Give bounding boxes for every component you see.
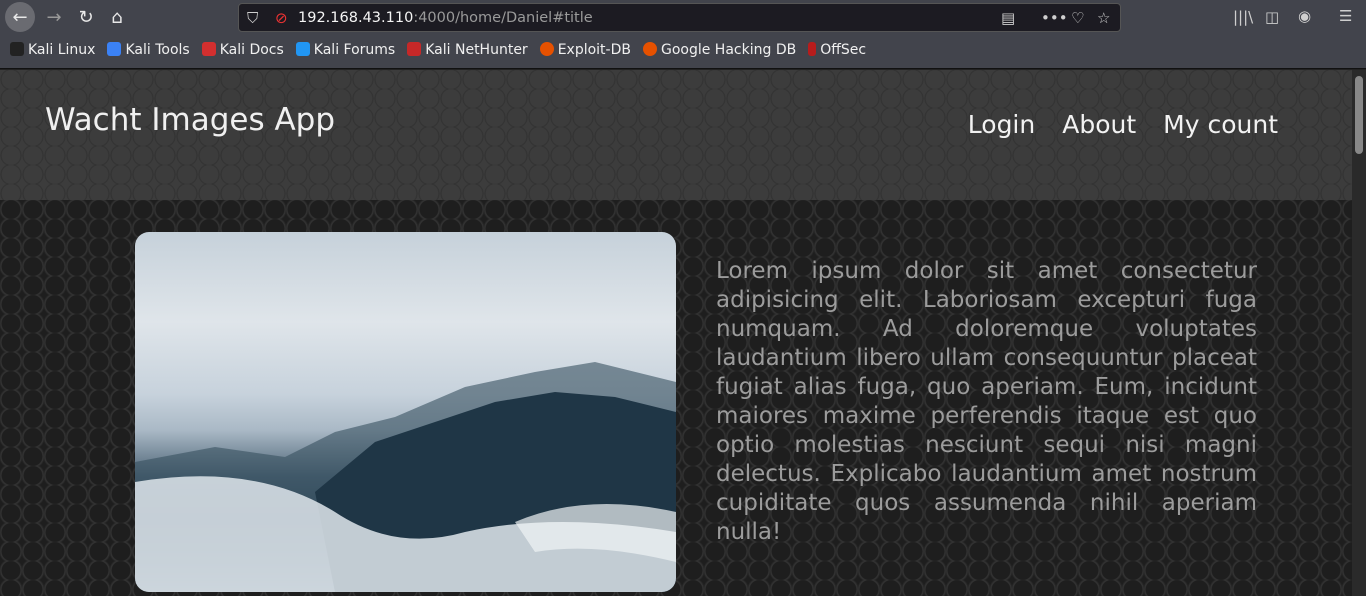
url-path: :4000/home/Daniel#title <box>413 9 593 26</box>
kali-icon <box>10 42 24 56</box>
back-button[interactable]: ← <box>5 2 35 32</box>
ghdb-icon <box>642 42 657 56</box>
url-bar[interactable]: ⛉ ⊘ 192.168.43.110:4000/home/Daniel#titl… <box>238 3 1121 32</box>
browser-toolbar: ← → ↻ ⌂ ⛉ ⊘ 192.168.43.110:4000/home/Dan… <box>0 0 1366 69</box>
bookmark-kali-nethunter[interactable]: Kali NetHunter <box>407 42 528 58</box>
reload-button[interactable]: ↻ <box>72 3 100 31</box>
tools-icon <box>107 42 122 56</box>
bookmarks-bar: Kali Linux Kali Tools Kali Docs Kali For… <box>10 42 866 58</box>
account-icon[interactable]: ◉ <box>1298 7 1311 25</box>
site-header: Wacht Images App Login About My count <box>0 70 1352 200</box>
lorem-paragraph: Lorem ipsum dolor sit amet consectetur a… <box>716 258 1257 545</box>
forums-icon <box>295 42 310 56</box>
menu-icon[interactable]: ☰ <box>1339 7 1352 25</box>
sidebar-icon[interactable]: ◫ <box>1265 8 1279 26</box>
bookmark-star-icon[interactable]: ☆ <box>1097 9 1110 27</box>
library-icon[interactable]: |||\ <box>1233 8 1253 26</box>
bookmark-kali-docs[interactable]: Kali Docs <box>201 42 284 58</box>
nav-my-count[interactable]: My count <box>1163 110 1278 139</box>
url-host: 192.168.43.110 <box>298 9 414 26</box>
forward-button[interactable]: → <box>40 3 68 31</box>
bookmark-google-hacking-db[interactable]: Google Hacking DB <box>642 42 796 58</box>
bookmark-exploit-db[interactable]: Exploit-DB <box>539 42 631 58</box>
web-page: Wacht Images App Login About My count Lo… <box>0 70 1352 596</box>
bookmark-offsec[interactable]: OffSec <box>808 42 866 58</box>
site-nav: Login About My count <box>968 110 1278 139</box>
home-button[interactable]: ⌂ <box>103 3 131 31</box>
bookmark-kali-tools[interactable]: Kali Tools <box>107 42 190 58</box>
exploit-db-icon <box>539 42 554 56</box>
nethunter-icon <box>407 42 422 56</box>
nav-login[interactable]: Login <box>968 110 1035 139</box>
docs-icon <box>201 42 216 56</box>
pocket-icon[interactable]: ♡ <box>1071 9 1084 27</box>
more-icon[interactable]: ••• <box>1041 9 1068 27</box>
nav-about[interactable]: About <box>1062 110 1136 139</box>
site-title[interactable]: Wacht Images App <box>45 102 335 138</box>
foggy-forest-image <box>135 232 676 592</box>
bookmark-kali-forums[interactable]: Kali Forums <box>295 42 395 58</box>
bookmark-kali-linux[interactable]: Kali Linux <box>10 42 95 58</box>
shield-icon[interactable]: ⛉ <box>247 9 258 27</box>
insecure-lock-icon[interactable]: ⊘ <box>275 9 288 27</box>
scrollbar-thumb[interactable] <box>1355 76 1363 154</box>
offsec-icon <box>808 42 817 56</box>
reader-view-icon[interactable]: ▤ <box>1001 9 1015 27</box>
main-content: Lorem ipsum dolor sit amet consectetur a… <box>0 200 1352 596</box>
